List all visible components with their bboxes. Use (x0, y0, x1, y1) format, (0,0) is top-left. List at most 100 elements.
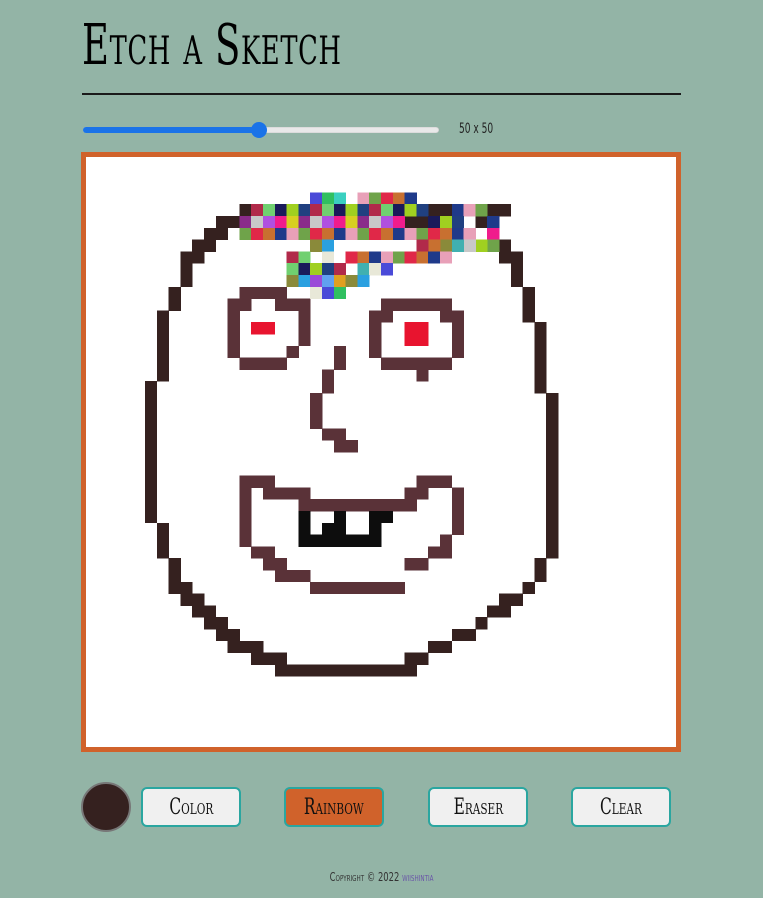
rainbow-pixel (381, 204, 394, 217)
face-outline (522, 310, 535, 323)
face-outline (534, 357, 547, 370)
rainbow-pixel (286, 275, 299, 288)
face-outline (168, 581, 181, 594)
face-outline (145, 416, 158, 429)
rainbow-pixel (451, 227, 464, 240)
rainbow-pixel (475, 239, 488, 252)
mouth (298, 570, 311, 583)
slider-fill (83, 127, 259, 133)
face-outline (381, 664, 394, 677)
face-outline (546, 393, 559, 406)
headband (404, 216, 417, 229)
headband (487, 204, 500, 217)
slider-thumb[interactable] (251, 122, 267, 138)
grid-size-control: 50 x 50 (82, 118, 522, 142)
face-outline (546, 511, 559, 524)
face-outline (310, 664, 323, 677)
face-outline (156, 334, 169, 347)
mouth (298, 487, 311, 500)
face-outline (499, 251, 512, 264)
rainbow-pixel (487, 227, 500, 240)
rainbow-pixel (298, 251, 311, 264)
rainbow-pixel (310, 286, 323, 299)
face-outline (239, 640, 252, 653)
face-outline (546, 499, 559, 512)
face-outline (180, 275, 193, 288)
face-outline (510, 275, 523, 288)
rainbow-pixel (310, 216, 323, 229)
rainbow-button[interactable]: Rainbow (284, 787, 384, 827)
rainbow-pixel (404, 227, 417, 240)
sketch-board[interactable] (81, 152, 681, 752)
rainbow-pixel (357, 227, 370, 240)
eraser-button[interactable]: Eraser (428, 787, 528, 827)
teeth (333, 522, 346, 535)
face-outline (510, 263, 523, 276)
teeth (333, 534, 346, 547)
mouth (345, 581, 358, 594)
grid-size-slider[interactable] (83, 122, 439, 138)
face-outline (522, 286, 535, 299)
face-outline (145, 499, 158, 512)
right-eye (381, 357, 394, 370)
mouth (239, 534, 252, 547)
face-outline (487, 605, 500, 618)
teeth (345, 534, 358, 547)
rainbow-pixel (381, 263, 394, 276)
mouth (369, 499, 382, 512)
face-outline (215, 216, 228, 229)
face-outline (227, 216, 240, 229)
left-eye (227, 322, 240, 335)
color-button[interactable]: Color (141, 787, 241, 827)
face-outline (392, 664, 405, 677)
headband (499, 204, 512, 217)
rainbow-pixel (322, 227, 335, 240)
right-eye (416, 369, 429, 382)
face-outline (204, 227, 217, 240)
face-outline (522, 581, 535, 594)
author-link[interactable]: wiishintia (402, 870, 433, 884)
mouth (310, 499, 323, 512)
rainbow-pixel (392, 251, 405, 264)
right-eye (440, 357, 453, 370)
rainbow-pixel (251, 227, 264, 240)
rainbow-pixel (404, 251, 417, 264)
face-outline (546, 452, 559, 465)
right-eye (381, 298, 394, 311)
face-outline (145, 511, 158, 524)
right-eye (428, 357, 441, 370)
rainbow-pixel (333, 192, 346, 205)
rainbow-pixel (392, 227, 405, 240)
right-pupil (404, 322, 417, 335)
rainbow-pixel (310, 192, 323, 205)
rainbow-pixel (428, 251, 441, 264)
left-pupil (263, 322, 276, 335)
rainbow-pixel (392, 216, 405, 229)
rainbow-pixel (357, 251, 370, 264)
face-outline (546, 463, 559, 476)
rainbow-pixel (381, 227, 394, 240)
mouth (392, 499, 405, 512)
left-eye (263, 357, 276, 370)
face-outline (534, 369, 547, 382)
face-outline (168, 298, 181, 311)
face-outline (192, 251, 205, 264)
face-outline (192, 605, 205, 618)
rainbow-pixel (381, 216, 394, 229)
face-outline (522, 298, 535, 311)
headband (440, 204, 453, 217)
nose (333, 428, 346, 441)
rainbow-pixel (239, 227, 252, 240)
right-eye (451, 334, 464, 347)
mouth (333, 581, 346, 594)
left-eye (286, 298, 299, 311)
drawing-canvas[interactable] (86, 157, 676, 747)
left-eye (239, 286, 252, 299)
mouth (286, 570, 299, 583)
color-picker-swatch[interactable] (81, 782, 131, 832)
right-eye (451, 310, 464, 323)
clear-button[interactable]: Clear (571, 787, 671, 827)
teeth (298, 511, 311, 524)
mouth (239, 511, 252, 524)
right-eye (369, 310, 382, 323)
